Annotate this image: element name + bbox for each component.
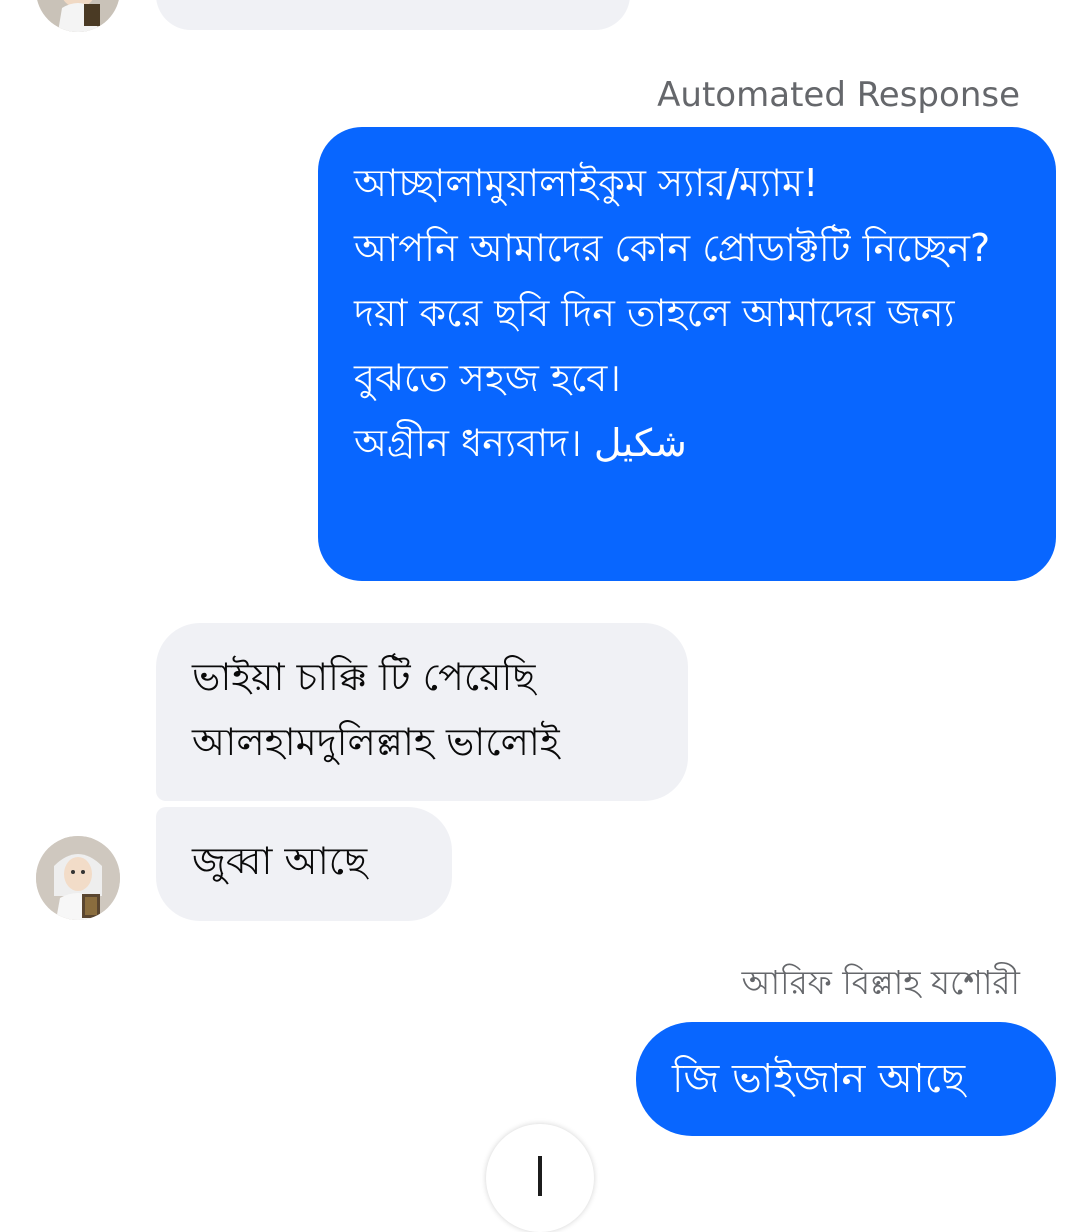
child-avatar-image	[36, 836, 120, 920]
contact-avatar[interactable]	[36, 836, 120, 920]
message-bubble-incoming[interactable]: ভাইয়া চাক্কি টি পেয়েছি আলহামদুলিল্লাহ …	[156, 623, 688, 801]
scroll-to-bottom-button[interactable]	[486, 1124, 594, 1232]
message-bubble-incoming-partial[interactable]	[156, 0, 630, 30]
message-bubble-automated-response[interactable]: আচ্ছালামুয়ালাইকুম স্যার/ম্যাম! আপনি আমা…	[318, 127, 1056, 581]
child-avatar-image	[36, 0, 120, 32]
contact-avatar-top[interactable]	[36, 0, 120, 32]
automated-response-label: Automated Response	[657, 75, 1020, 115]
reply-sender-name: আরিফ বিল্লাহ যশোরী	[741, 963, 1020, 1002]
message-bubble-incoming[interactable]: জুব্বা আছে	[156, 807, 452, 921]
message-bubble-outgoing[interactable]: জি ভাইজান আছে	[636, 1022, 1056, 1136]
arrow-down-icon	[538, 1156, 542, 1196]
